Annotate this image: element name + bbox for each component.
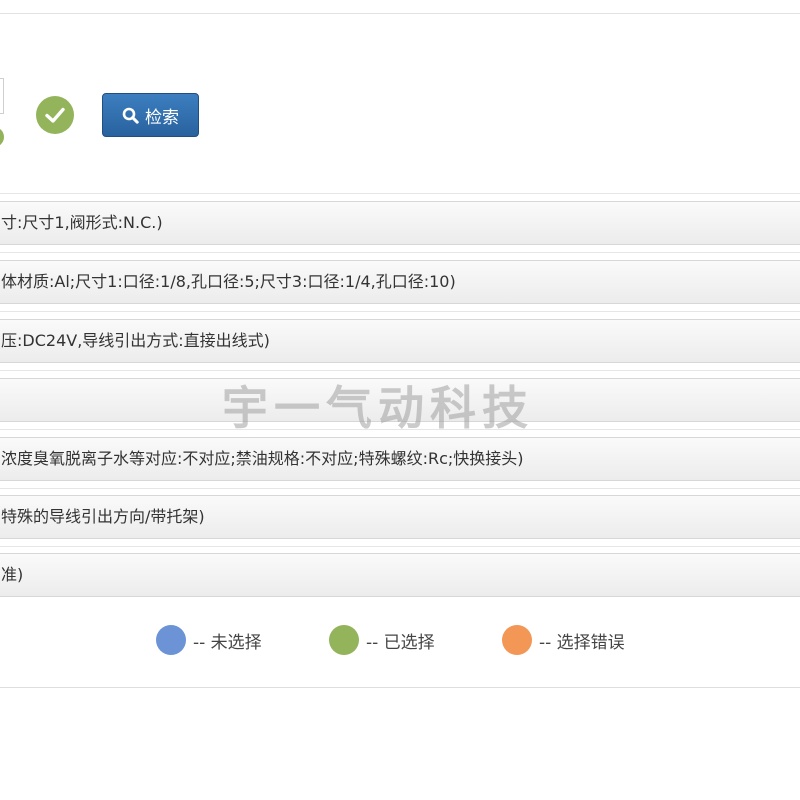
legend-item-unselected: -- 未选择: [156, 625, 262, 655]
error-dot-icon: [502, 625, 532, 655]
legend-label: -- 选择错误: [539, 632, 625, 653]
spec-row[interactable]: 准): [0, 553, 800, 597]
spec-row[interactable]: 特殊的导线引出方向/带托架): [0, 495, 800, 539]
search-button-label: 检索: [145, 107, 179, 127]
top-divider: [0, 13, 800, 14]
confirm-check-icon[interactable]: [36, 96, 74, 134]
row-divider: [0, 252, 800, 253]
legend-item-error: -- 选择错误: [502, 625, 625, 655]
legend-label: -- 未选择: [193, 632, 262, 653]
spec-row[interactable]: 体材质:Al;尺寸1:口径:1/8,孔口径:5;尺寸3:口径:1/4,孔口径:1…: [0, 260, 800, 304]
selected-dot-icon: [329, 625, 359, 655]
spec-row[interactable]: 压:DC24V,导线引出方式:直接出线式): [0, 319, 800, 363]
bottom-divider: [0, 687, 800, 688]
spec-row[interactable]: 浓度臭氧脱离子水等对应:不对应;禁油规格:不对应;特殊螺纹:Rc;快换接头): [0, 437, 800, 481]
selected-status-dot: [0, 127, 4, 147]
row-divider: [0, 546, 800, 547]
check-icon: [45, 107, 65, 123]
spec-row[interactable]: 寸:尺寸1,阀形式:N.C.): [0, 201, 800, 245]
legend-label: -- 已选择: [366, 632, 435, 653]
search-icon: [122, 107, 139, 124]
row-divider: [0, 370, 800, 371]
row-divider: [0, 193, 800, 194]
search-button[interactable]: 检索: [102, 93, 199, 137]
status-legend: -- 未选择 -- 已选择 -- 选择错误: [0, 625, 800, 665]
unselected-dot-icon: [156, 625, 186, 655]
row-divider: [0, 488, 800, 489]
watermark-text: 宇一气动科技: [222, 381, 534, 435]
legend-item-selected: -- 已选择: [329, 625, 435, 655]
row-divider: [0, 311, 800, 312]
selection-input-edge[interactable]: [0, 78, 4, 114]
